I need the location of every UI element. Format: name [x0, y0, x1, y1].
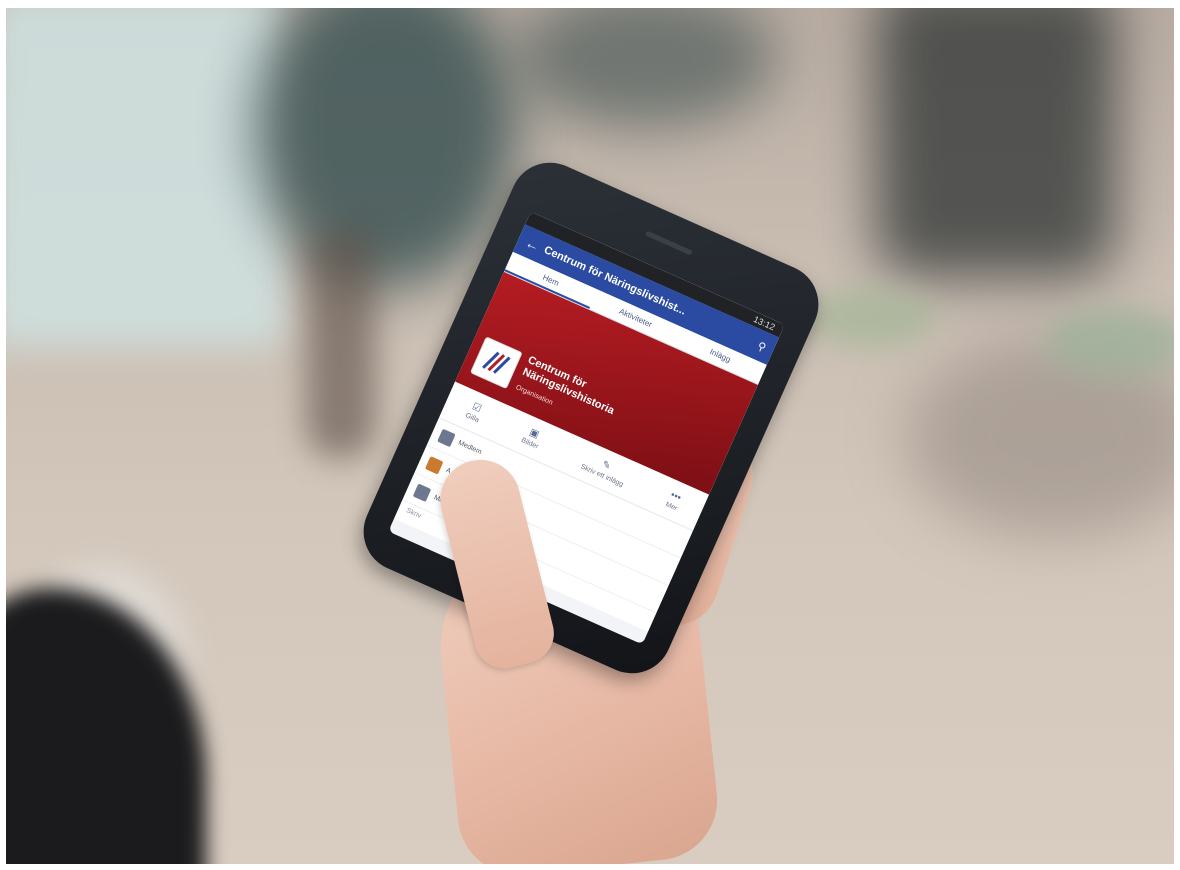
feed-item-text: Medlem — [457, 439, 483, 457]
background-person-mid — [516, 8, 776, 128]
arrow-left-icon[interactable]: ← — [523, 234, 542, 254]
background-person-left — [256, 8, 516, 288]
more-icon: ••• — [668, 489, 683, 504]
like-icon: ☑ — [470, 400, 484, 415]
feed-thumbnail — [412, 483, 432, 502]
feed-thumbnail — [425, 455, 444, 475]
background-wall — [6, 8, 286, 348]
organization-logo — [469, 336, 523, 390]
search-icon[interactable]: ⚲ — [756, 339, 769, 354]
background-shoe-right — [1046, 308, 1174, 378]
photo: 13:12 ← Centrum för Näringslivshist... ⚲… — [6, 8, 1174, 864]
logo-stripes-icon — [482, 351, 511, 374]
write-post-action[interactable]: ✎ Skriv ett inlägg — [580, 451, 630, 488]
background-shoe-left — [806, 288, 936, 348]
pencil-icon: ✎ — [600, 458, 613, 473]
like-action[interactable]: ☑ Gilla — [465, 400, 486, 424]
photos-action[interactable]: ▣ Bilder — [520, 425, 544, 450]
camera-icon: ▣ — [527, 426, 541, 441]
more-action[interactable]: ••• Mer — [665, 489, 684, 512]
feed-thumbnail — [437, 428, 456, 447]
background-person-legs — [306, 228, 376, 458]
background-person-right — [876, 8, 1116, 278]
